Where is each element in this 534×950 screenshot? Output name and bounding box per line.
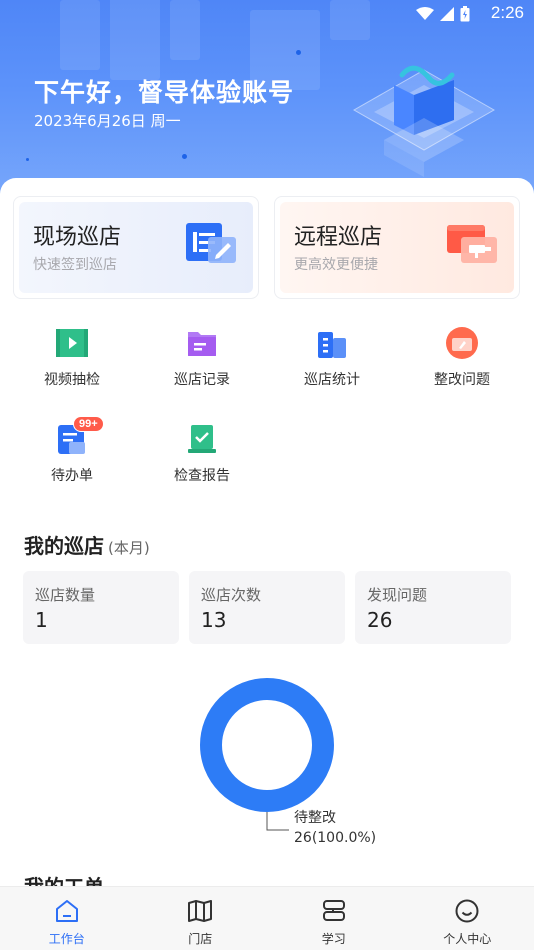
stat-label: 发现问题 — [367, 586, 428, 604]
section-title-text: 我的巡店 — [24, 534, 104, 558]
stat-value: 26 — [367, 608, 393, 632]
chart-legend-label: 待整改 26(100.0%) — [294, 808, 376, 848]
onsite-inspection-icon — [186, 223, 236, 263]
stat-label: 巡店数量 — [35, 586, 96, 604]
tab-learning[interactable]: 学习 — [267, 887, 401, 950]
section-period: (本月) — [108, 539, 150, 557]
remote-inspection-card[interactable]: 远程巡店 更高效更便捷 — [274, 196, 520, 299]
issue-status-donut-chart — [200, 678, 334, 831]
stat-value: 1 — [35, 608, 48, 632]
shortcut-todo[interactable]: 99+ 待办单 — [22, 416, 122, 485]
todo-count-badge: 99+ — [73, 416, 104, 432]
slice-value-label: 26(100.0%) — [294, 830, 377, 846]
card-subtitle: 快速签到巡店 — [33, 257, 117, 273]
folder-icon — [188, 332, 216, 356]
donut-slice-待整改 — [200, 678, 334, 812]
book-icon — [322, 900, 345, 921]
card-subtitle: 更高效更便捷 — [294, 257, 378, 273]
hero-illustration — [352, 65, 496, 177]
main-content: 现场巡店 快速签到巡店 远程巡店 更高效更便捷 视频抽检 巡店记录 巡店统计 整… — [0, 178, 534, 888]
shortcut-inspection-report[interactable]: 检查报告 — [152, 422, 252, 485]
slice-leader-line — [266, 812, 289, 831]
tab-workbench[interactable]: 工作台 — [0, 887, 134, 950]
date-text: 2023年6月26日 周一 — [34, 112, 181, 130]
shortcut-video-check[interactable]: 视频抽检 — [22, 326, 122, 389]
shortcut-label: 检查报告 — [174, 468, 230, 484]
shortcut-label: 视频抽检 — [44, 372, 100, 388]
shortcut-inspection-records[interactable]: 巡店记录 — [152, 326, 252, 389]
greeting-text: 下午好，督导体验账号 — [34, 78, 295, 107]
shortcut-label: 待办单 — [51, 468, 93, 484]
remote-inspection-icon — [447, 225, 497, 263]
bg-dot — [26, 158, 29, 161]
tab-label: 工作台 — [48, 932, 85, 946]
bottom-tab-bar: 工作台 门店 学习 个人中心 — [0, 886, 534, 950]
bg-dot — [182, 154, 187, 159]
shortcut-rectify-issues[interactable]: 整改问题 — [412, 326, 512, 389]
signal-icon — [440, 7, 454, 21]
stat-inspection-times[interactable]: 巡店次数 13 — [189, 571, 345, 644]
bg-dot — [296, 50, 301, 55]
slice-category-label: 待整改 — [294, 810, 336, 826]
stat-value: 13 — [201, 608, 227, 632]
header-banner: 2:26 下午好，督导体验账号 2023年6月26日 周一 — [0, 0, 534, 200]
card-title: 远程巡店 — [294, 225, 383, 250]
tab-stores[interactable]: 门店 — [134, 887, 268, 950]
wifi-icon — [416, 7, 434, 20]
onsite-inspection-card[interactable]: 现场巡店 快速签到巡店 — [13, 196, 259, 299]
battery-icon — [460, 6, 470, 22]
home-icon — [55, 900, 78, 922]
shortcut-label: 巡店记录 — [174, 372, 230, 388]
stat-store-count[interactable]: 巡店数量 1 — [23, 571, 179, 644]
stat-label: 巡店次数 — [201, 586, 262, 604]
stat-issues-found[interactable]: 发现问题 26 — [355, 571, 511, 644]
tab-label: 门店 — [188, 932, 213, 946]
video-icon — [56, 329, 88, 357]
report-icon — [188, 425, 216, 453]
tab-label: 个人中心 — [443, 932, 492, 946]
status-icons — [416, 6, 470, 22]
status-bar: 2:26 — [0, 0, 534, 28]
tab-label: 学习 — [321, 932, 346, 946]
shortcut-label: 巡店统计 — [304, 372, 360, 388]
shortcut-label: 整改问题 — [434, 372, 490, 388]
tab-profile[interactable]: 个人中心 — [401, 887, 534, 950]
smile-icon — [455, 899, 479, 923]
shortcut-inspection-stats[interactable]: 巡店统计 — [282, 326, 382, 389]
building-icon — [318, 332, 346, 358]
map-icon — [188, 900, 213, 922]
my-inspection-heading: 我的巡店 (本月) — [24, 530, 150, 559]
status-time: 2:26 — [490, 3, 524, 22]
card-title: 现场巡店 — [33, 225, 122, 250]
rectify-icon — [446, 327, 478, 359]
